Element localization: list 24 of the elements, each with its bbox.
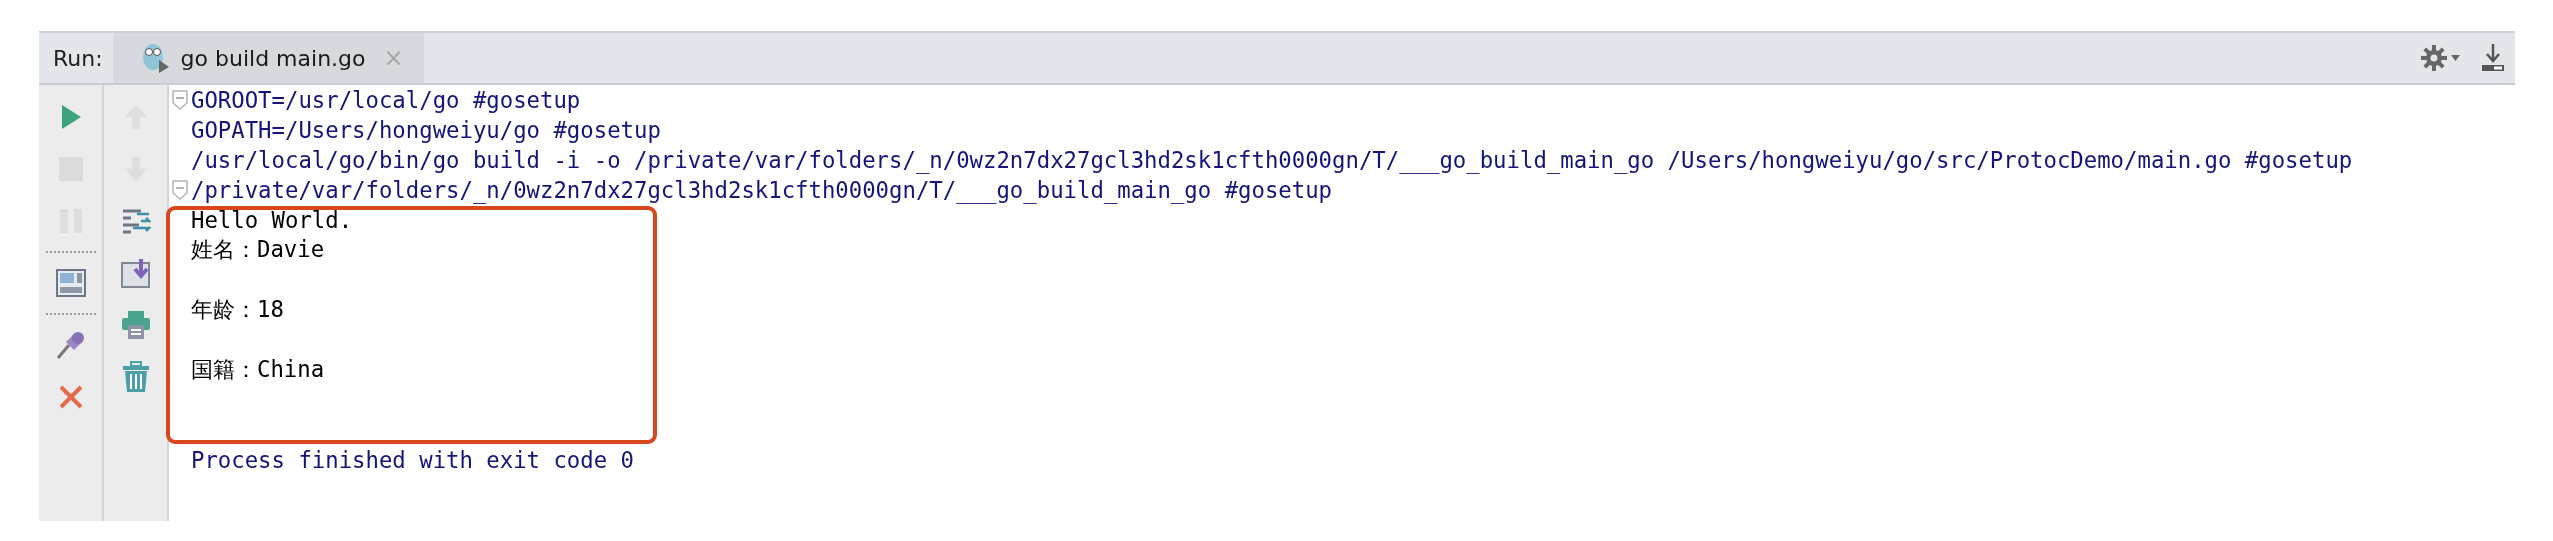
console-line: 姓名：Davie xyxy=(191,235,325,264)
console-line: 年龄：18 xyxy=(191,295,284,324)
layout-icon xyxy=(55,269,86,297)
pin-icon xyxy=(55,330,86,360)
fold-icon[interactable] xyxy=(172,90,188,110)
console-line: GOROOT=/usr/local/go #gosetup xyxy=(191,87,581,113)
settings-icon[interactable] xyxy=(2421,44,2461,72)
trash-icon xyxy=(121,361,150,393)
close-icon xyxy=(58,385,83,409)
fold-icon[interactable] xyxy=(172,180,188,200)
console-line: 国籍：China xyxy=(191,355,325,384)
console-line: Process finished with exit code 0 xyxy=(191,447,634,473)
print-icon xyxy=(120,310,151,340)
download-icon[interactable] xyxy=(2481,44,2505,72)
scroll-to-end-icon xyxy=(120,258,151,288)
run-tab[interactable]: go build main.go × xyxy=(112,33,424,83)
console-line: /usr/local/go/bin/go build -i -o /private/var/folders/_n/0wz2n7dx27gcl3hd2sk1cfth0000gn/T/___go_build_main_go /Users/hongweiyu/go/src/ProtocDemo/main.go #gosetup xyxy=(191,147,2353,173)
run-label: Run: xyxy=(52,44,104,73)
gopher-icon xyxy=(140,42,171,74)
tab-label: go build main.go xyxy=(180,45,366,71)
run-icon xyxy=(59,104,82,130)
console-line: /private/var/folders/_n/0wz2n7dx27gcl3hd2sk1cfth0000gn/T/___go_build_main_go #gosetup xyxy=(191,177,1333,203)
console-line: GOPATH=/Users/hongweiyu/go #gosetup xyxy=(191,117,661,143)
console-line: Hello World. xyxy=(191,207,353,233)
